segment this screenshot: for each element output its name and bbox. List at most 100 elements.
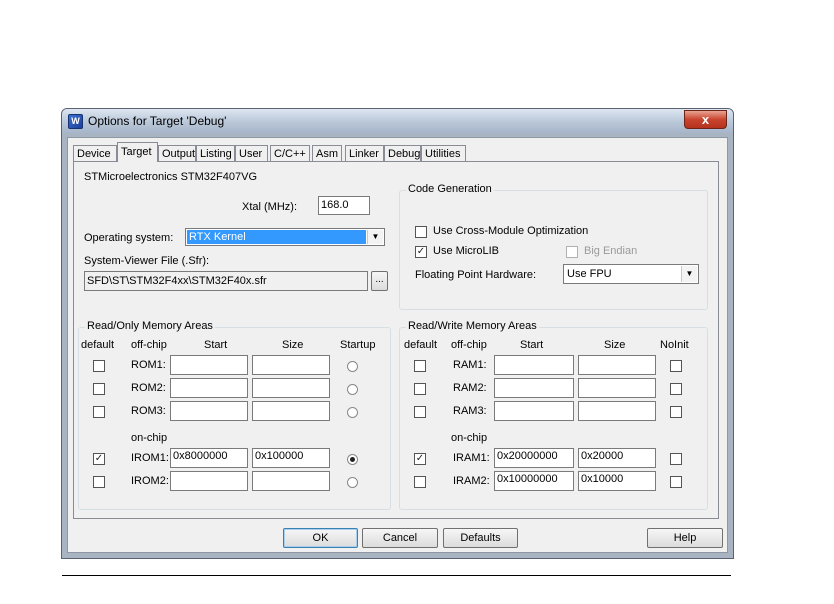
rom-startup-radio[interactable] (347, 407, 358, 418)
ram-header-noinit: NoInit (660, 339, 689, 351)
microlib-label: Use MicroLIB (433, 245, 500, 257)
ram-noinit-checkbox[interactable] (670, 383, 682, 395)
help-button[interactable]: Help (647, 528, 723, 548)
check-icon: ✓ (415, 453, 425, 464)
microlib-checkbox[interactable]: ✓ (415, 246, 427, 258)
target-tab-panel: STMicroelectronics STM32F407VG Xtal (MHz… (73, 161, 719, 519)
os-select-value: RTX Kernel (187, 230, 366, 244)
ram-header-offchip: off-chip (451, 339, 487, 351)
xtal-input[interactable]: 168.0 (318, 196, 370, 215)
rom-default-checkbox[interactable] (93, 360, 105, 372)
ram-noinit-checkbox[interactable] (670, 360, 682, 372)
big-endian-label: Big Endian (584, 245, 638, 257)
ram-size-input[interactable]: 0x10000 (578, 471, 656, 491)
ram-size-input[interactable] (578, 401, 656, 421)
defaults-button[interactable]: Defaults (443, 528, 518, 548)
rom-start-input[interactable]: 0x8000000 (170, 448, 248, 468)
rom-size-input[interactable] (252, 401, 330, 421)
ram-name-label: RAM1: (453, 359, 487, 371)
dialog-client: Device Target Output Listing User C/C++ … (67, 137, 728, 553)
check-icon: ✓ (94, 453, 104, 464)
code-generation-group: Code Generation Use Cross-Module Optimiz… (399, 183, 708, 310)
rom-size-input[interactable] (252, 378, 330, 398)
rom-size-input[interactable] (252, 355, 330, 375)
ram-name-label: RAM3: (453, 405, 487, 417)
tab-c-cpp[interactable]: C/C++ (270, 145, 310, 161)
ram-start-input[interactable] (494, 378, 574, 398)
title-bar[interactable]: W Options for Target 'Debug' x (62, 109, 733, 133)
rom-default-checkbox[interactable] (93, 406, 105, 418)
os-select[interactable]: RTX Kernel ▼ (185, 228, 385, 246)
ram-start-input[interactable] (494, 355, 574, 375)
page-divider (62, 575, 731, 576)
chevron-down-icon[interactable]: ▼ (681, 266, 697, 282)
os-label: Operating system: (84, 232, 174, 244)
ram-size-input[interactable]: 0x20000 (578, 448, 656, 468)
ram-noinit-checkbox[interactable] (670, 453, 682, 465)
rom-name-label: IROM1: (131, 452, 169, 464)
ram-start-input[interactable]: 0x10000000 (494, 471, 574, 491)
rom-start-input[interactable] (170, 378, 248, 398)
tab-debug[interactable]: Debug (384, 145, 421, 161)
ram-start-input[interactable]: 0x20000000 (494, 448, 574, 468)
big-endian-checkbox[interactable] (566, 246, 578, 258)
rom-name-label: ROM1: (131, 359, 166, 371)
ram-group: Read/Write Memory Areas default off-chip… (399, 320, 708, 510)
svf-input[interactable]: SFD\ST\STM32F4xx\STM32F40x.sfr (84, 271, 368, 291)
cancel-button[interactable]: Cancel (362, 528, 438, 548)
xtal-label: Xtal (MHz): (242, 201, 297, 213)
rom-header-default: default (81, 339, 115, 351)
rom-start-input[interactable] (170, 471, 248, 491)
ram-group-title: Read/Write Memory Areas (406, 320, 539, 332)
ram-name-label: IRAM2: (453, 475, 490, 487)
options-dialog: W Options for Target 'Debug' x Device Ta… (61, 108, 734, 559)
rom-default-checkbox[interactable]: ✓ (93, 453, 105, 465)
ram-header-size: Size (604, 339, 626, 351)
ram-default-checkbox[interactable] (414, 360, 426, 372)
ram-size-input[interactable] (578, 355, 656, 375)
tab-target[interactable]: Target (117, 142, 158, 162)
tab-utilities[interactable]: Utilities (421, 145, 466, 161)
rom-startup-radio[interactable] (347, 361, 358, 372)
svf-label: System-Viewer File (.Sfr): (84, 255, 210, 267)
rom-group: Read/Only Memory Areas default off-chip … (78, 320, 391, 510)
tab-user[interactable]: User (235, 145, 268, 161)
svf-browse-button[interactable]: ... (371, 271, 388, 291)
ram-noinit-checkbox[interactable] (670, 406, 682, 418)
tab-device[interactable]: Device (73, 145, 117, 161)
rom-startup-radio[interactable] (347, 477, 358, 488)
ram-start-input[interactable] (494, 401, 574, 421)
ram-default-checkbox[interactable] (414, 476, 426, 488)
rom-default-checkbox[interactable] (93, 383, 105, 395)
rom-start-input[interactable] (170, 355, 248, 375)
ram-header-start: Start (520, 339, 544, 351)
rom-size-input[interactable] (252, 471, 330, 491)
rom-default-checkbox[interactable] (93, 476, 105, 488)
ram-noinit-checkbox[interactable] (670, 476, 682, 488)
rom-startup-radio[interactable] (347, 454, 358, 465)
rom-startup-radio[interactable] (347, 384, 358, 395)
rom-size-input[interactable]: 0x100000 (252, 448, 330, 468)
rom-name-label: IROM2: (131, 475, 169, 487)
ram-default-checkbox[interactable]: ✓ (414, 453, 426, 465)
chevron-down-icon[interactable]: ▼ (367, 230, 383, 244)
tab-asm[interactable]: Asm (312, 145, 342, 161)
rom-name-label: ROM3: (131, 405, 166, 417)
tab-output[interactable]: Output (158, 145, 196, 161)
cross-module-checkbox[interactable] (415, 226, 427, 238)
fpu-select[interactable]: Use FPU ▼ (563, 264, 699, 284)
ok-button[interactable]: OK (283, 528, 358, 548)
ram-default-checkbox[interactable] (414, 406, 426, 418)
radio-dot-icon (350, 457, 355, 462)
rom-header-offchip: off-chip (131, 339, 167, 351)
close-button[interactable]: x (684, 110, 727, 129)
ram-default-checkbox[interactable] (414, 383, 426, 395)
ram-onchip-label: on-chip (451, 432, 488, 444)
rom-onchip-label: on-chip (131, 432, 168, 444)
code-generation-title: Code Generation (406, 183, 494, 195)
ram-size-input[interactable] (578, 378, 656, 398)
tab-listing[interactable]: Listing (196, 145, 235, 161)
tab-linker[interactable]: Linker (345, 145, 384, 161)
rom-start-input[interactable] (170, 401, 248, 421)
rom-group-title: Read/Only Memory Areas (85, 320, 215, 332)
